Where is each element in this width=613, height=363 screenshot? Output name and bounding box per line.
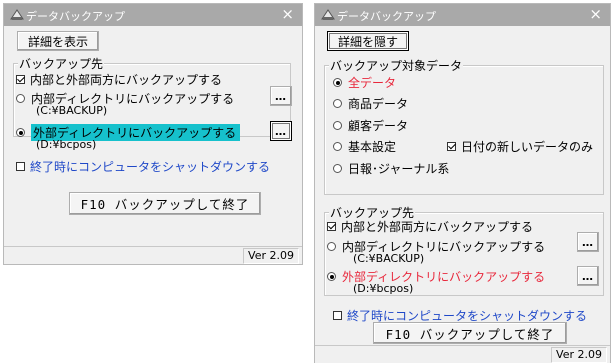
basic-settings-radio[interactable]: 基本設定 xyxy=(333,138,396,155)
version-label: Ver 2.09 xyxy=(551,347,607,363)
close-icon[interactable]: × xyxy=(281,5,294,23)
radio-selected[interactable] xyxy=(333,78,342,87)
f10-backup-exit-button[interactable]: F10 バックアップして終了 xyxy=(69,192,261,215)
hide-details-button[interactable]: 詳細を隠す xyxy=(327,31,409,51)
internal-path: (C:¥BACKUP) xyxy=(36,104,108,117)
both-backup-checkbox[interactable]: 内部と外部両方にバックアップする xyxy=(16,71,222,88)
radio-unselected[interactable] xyxy=(333,99,342,108)
backup-destination-label: バックアップ先 xyxy=(18,55,105,72)
version-label: Ver 2.09 xyxy=(243,248,299,264)
checkbox-checked[interactable] xyxy=(327,222,336,231)
right-title-bar[interactable]: データバックアップ × xyxy=(315,4,610,26)
backup-app-icon xyxy=(321,8,335,21)
left-backup-window: データバックアップ × 詳細を表示 バックアップ先 内部と外部両方にバックアップ… xyxy=(3,3,303,265)
left-title-bar[interactable]: データバックアップ × xyxy=(4,4,302,26)
radio-unselected[interactable] xyxy=(327,242,336,251)
show-details-button[interactable]: 詳細を表示 xyxy=(17,31,99,51)
internal-path: (C:¥BACKUP) xyxy=(353,252,425,265)
status-bar: Ver 2.09 xyxy=(315,345,610,363)
external-path: (D:¥bcpos) xyxy=(353,282,414,295)
radio-selected[interactable] xyxy=(16,128,25,137)
radio-unselected[interactable] xyxy=(333,121,342,130)
shutdown-checkbox[interactable]: 終了時にコンピュータをシャットダウンする xyxy=(16,158,270,175)
newer-data-only-checkbox[interactable]: 日付の新しいデータのみ xyxy=(447,138,593,155)
backup-target-label: バックアップ対象データ xyxy=(329,57,464,74)
checkbox-unchecked[interactable] xyxy=(16,162,25,171)
f10-backup-exit-button[interactable]: F10 バックアップして終了 xyxy=(373,322,567,344)
window-title: データバックアップ xyxy=(26,10,125,23)
external-browse-button[interactable]: … xyxy=(577,266,599,286)
external-browse-button[interactable]: … xyxy=(270,121,292,141)
internal-browse-button[interactable]: … xyxy=(577,232,599,252)
customer-data-radio[interactable]: 顧客データ xyxy=(333,117,408,134)
radio-unselected[interactable] xyxy=(16,94,25,103)
product-data-radio[interactable]: 商品データ xyxy=(333,95,408,112)
daily-journal-radio[interactable]: 日報･ジャーナル系 xyxy=(333,160,449,177)
checkbox-checked[interactable] xyxy=(16,75,25,84)
both-backup-checkbox[interactable]: 内部と外部両方にバックアップする xyxy=(327,218,533,235)
radio-unselected[interactable] xyxy=(333,164,342,173)
window-title: データバックアップ xyxy=(337,10,436,23)
right-backup-window: データバックアップ × 詳細を隠す バックアップ対象データ 全データ 商品データ… xyxy=(314,3,611,363)
all-data-radio[interactable]: 全データ xyxy=(333,74,396,91)
radio-selected[interactable] xyxy=(327,272,336,281)
internal-browse-button[interactable]: … xyxy=(270,86,292,106)
checkbox-unchecked[interactable] xyxy=(333,311,342,320)
close-icon[interactable]: × xyxy=(589,5,602,23)
radio-unselected[interactable] xyxy=(333,142,342,151)
backup-app-icon xyxy=(10,8,24,21)
checkbox-checked[interactable] xyxy=(447,142,456,151)
status-bar: Ver 2.09 xyxy=(4,246,302,264)
external-path: (D:¥bcpos) xyxy=(36,138,97,151)
